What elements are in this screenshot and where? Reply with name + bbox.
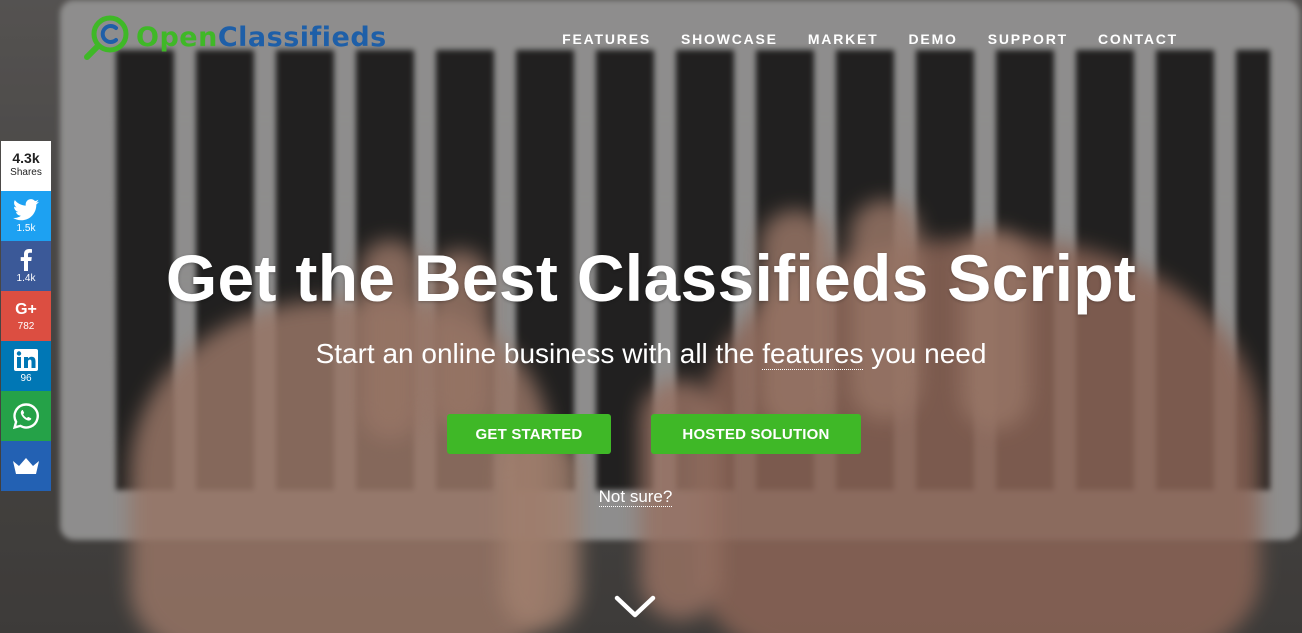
share-total: 4.3k Shares xyxy=(1,141,51,191)
not-sure-link[interactable]: Not sure? xyxy=(598,487,673,507)
nav-demo[interactable]: DEMO xyxy=(909,31,958,47)
twitter-share-count: 1.5k xyxy=(16,222,36,234)
nav-support[interactable]: SUPPORT xyxy=(988,31,1068,47)
features-link[interactable]: features xyxy=(762,338,864,370)
hero-subtitle: Start an online business with all the fe… xyxy=(0,338,1302,370)
main-nav: FEATURES SHOWCASE MARKET DEMO SUPPORT CO… xyxy=(562,31,1178,47)
site-logo[interactable]: OpenClassifieds xyxy=(84,14,387,60)
not-sure-container: Not sure? xyxy=(0,487,1271,507)
logo-text: OpenClassifieds xyxy=(136,22,387,53)
nav-features[interactable]: FEATURES xyxy=(562,31,651,47)
logo-text-classifieds: Classifieds xyxy=(217,21,387,53)
hosted-solution-button[interactable]: HOSTED SOLUTION xyxy=(651,414,861,454)
google-plus-share-count: 782 xyxy=(17,320,35,332)
share-sidebar: 4.3k Shares 1.5k 1.4k G+ 782 96 xyxy=(1,141,51,491)
hero-background xyxy=(0,0,1302,633)
hero-subtitle-after: you need xyxy=(863,338,987,369)
nav-market[interactable]: MARKET xyxy=(808,31,879,47)
chevron-down-icon[interactable] xyxy=(614,594,656,620)
share-total-label: Shares xyxy=(10,167,42,178)
linkedin-share-count: 96 xyxy=(20,372,32,384)
hero-title: Get the Best Classifieds Script xyxy=(165,241,1137,315)
site-header: OpenClassifieds FEATURES SHOWCASE MARKET… xyxy=(0,0,1302,80)
share-total-count: 4.3k xyxy=(12,150,40,166)
hero-cta-group: GET STARTED HOSTED SOLUTION xyxy=(447,414,861,454)
whatsapp-icon xyxy=(12,403,39,430)
share-twitter-button[interactable]: 1.5k xyxy=(1,191,51,241)
get-started-button[interactable]: GET STARTED xyxy=(447,414,611,454)
hero-subtitle-before: Start an online business with all the xyxy=(315,338,763,369)
dark-overlay xyxy=(0,0,1302,633)
share-whatsapp-button[interactable] xyxy=(1,391,51,441)
twitter-icon xyxy=(13,198,39,220)
magnifier-logo-icon xyxy=(84,15,129,60)
crown-icon xyxy=(13,458,39,474)
share-sumo-button[interactable] xyxy=(1,441,51,491)
nav-contact[interactable]: CONTACT xyxy=(1098,31,1178,47)
logo-text-open: Open xyxy=(136,21,218,53)
nav-showcase[interactable]: SHOWCASE xyxy=(681,31,778,47)
